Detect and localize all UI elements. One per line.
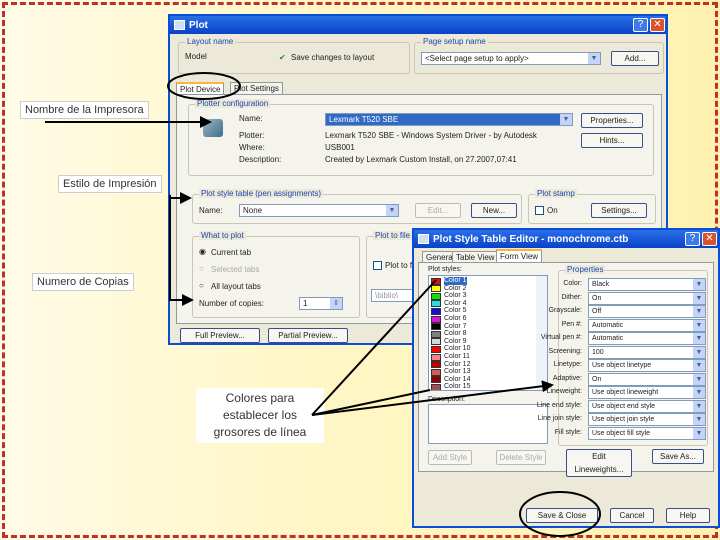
arrow-lineweight [311,380,554,416]
highlight-save-close [519,491,601,537]
annotation-arrows [45,72,601,537]
arrow-copies-line [169,195,194,306]
arrow-style [169,192,192,204]
arrow-color-list [311,279,437,416]
highlight-plot-device-tab [167,72,241,100]
